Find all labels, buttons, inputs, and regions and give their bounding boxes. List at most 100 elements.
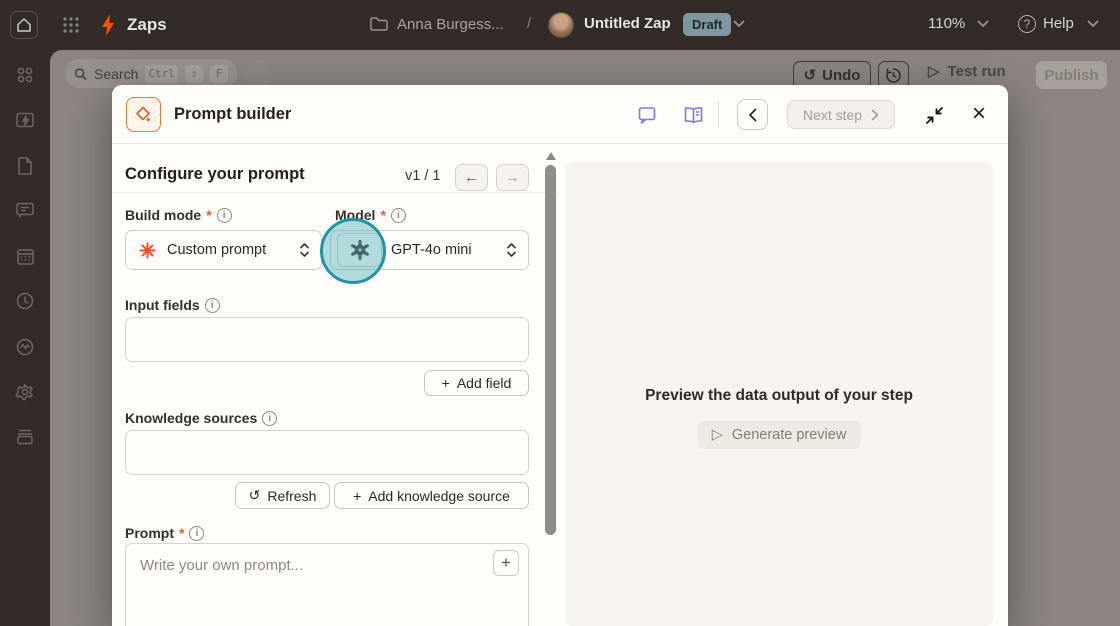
sidebar-item-chat[interactable]	[13, 198, 37, 222]
help-question-icon[interactable]: ?	[1018, 15, 1036, 33]
click-highlight-ring	[320, 218, 386, 284]
refresh-label: Refresh	[267, 487, 317, 504]
add-field-button[interactable]: + Add field	[424, 370, 529, 396]
version-previous-button[interactable]: ←	[455, 164, 488, 191]
insert-data-button[interactable]: +	[493, 550, 519, 576]
user-avatar[interactable]	[548, 12, 574, 38]
ai-sparkle-icon	[135, 106, 150, 122]
add-knowledge-source-button[interactable]: + Add knowledge source	[334, 482, 529, 509]
publish-label: Publish	[1044, 66, 1099, 84]
zapier-bolt-icon	[99, 13, 119, 37]
input-fields-label: Input fields i	[125, 297, 220, 313]
header-divider	[718, 101, 719, 128]
undo-icon: ↺	[803, 67, 817, 84]
plus-icon: +	[501, 553, 511, 572]
product-name: Zaps	[127, 15, 167, 34]
document-icon	[18, 157, 32, 175]
build-mode-label: Build mode * i	[125, 207, 232, 223]
key-ctrl: Ctrl	[145, 64, 178, 83]
draft-status-badge: Draft	[683, 13, 732, 36]
prompt-label: Prompt * i	[125, 525, 205, 541]
plus-icon: +	[353, 487, 362, 504]
sidebar-item-apps[interactable]	[13, 63, 37, 87]
docs-book-icon[interactable]	[682, 104, 704, 126]
publish-button[interactable]: Publish	[1036, 61, 1107, 89]
chevron-right-icon	[871, 109, 879, 120]
sidebar-item-tables[interactable]	[13, 244, 37, 268]
version-label: v1 / 1	[405, 168, 441, 184]
gear-icon	[15, 383, 33, 401]
sidebar-item-documents[interactable]	[13, 154, 37, 178]
prompt-textarea[interactable]	[126, 544, 528, 626]
add-knowledge-source-label: Add knowledge source	[368, 487, 510, 504]
play-icon: ▷	[711, 427, 723, 443]
prompt-builder-modal: Prompt builder Next step × Configure you…	[112, 85, 1008, 626]
arrow-left-icon: ←	[464, 169, 479, 186]
zoom-chevron-icon[interactable]	[977, 20, 989, 28]
breadcrumb-separator: /	[527, 15, 532, 32]
generate-preview-button[interactable]: ▷ Generate preview	[697, 421, 861, 449]
info-icon[interactable]: i	[216, 207, 232, 223]
scrollbar-up-arrow[interactable]	[546, 152, 556, 160]
history-clock-icon	[886, 67, 901, 83]
updown-chevron-icon	[300, 243, 309, 257]
zap-title[interactable]: Untitled Zap	[584, 15, 671, 32]
sidebar-item-zaps[interactable]	[13, 108, 37, 132]
sidebar-item-monitoring[interactable]	[13, 335, 37, 359]
required-marker: *	[380, 207, 386, 223]
modal-header: Prompt builder Next step ×	[112, 85, 1008, 144]
previous-step-button[interactable]	[737, 99, 768, 130]
chevron-left-icon	[749, 108, 757, 121]
build-mode-dropdown[interactable]: Custom prompt	[125, 230, 322, 270]
info-icon[interactable]: i	[204, 297, 220, 313]
home-button[interactable]	[10, 11, 38, 39]
circles-grid-icon	[17, 67, 33, 83]
refresh-button[interactable]: ↺ Refresh	[235, 482, 330, 509]
search-label: Search	[94, 65, 139, 82]
zap-menu-chevron-icon[interactable]	[733, 20, 745, 28]
canvas-search[interactable]: Search Ctrl ⇧ F	[65, 59, 237, 88]
preview-title: Preview the data output of your step	[645, 387, 913, 404]
prompt-field-container: +	[125, 543, 529, 626]
close-icon[interactable]: ×	[964, 98, 994, 130]
folder-icon	[370, 16, 388, 32]
refresh-icon: ↺	[248, 487, 261, 503]
play-icon: ▷	[928, 63, 940, 80]
updown-chevron-icon	[507, 243, 516, 257]
plus-icon: +	[441, 375, 450, 391]
zoom-level[interactable]: 110%	[928, 15, 965, 32]
info-icon[interactable]: i	[189, 525, 205, 541]
input-fields-box[interactable]	[125, 317, 529, 362]
knowledge-sources-label: Knowledge sources i	[125, 410, 278, 426]
breadcrumb-folder-name[interactable]: Anna Burgess...	[397, 16, 504, 33]
stack-icon	[17, 429, 33, 445]
comment-icon[interactable]	[636, 104, 658, 126]
config-heading-divider	[112, 192, 558, 193]
knowledge-sources-box[interactable]	[125, 430, 529, 475]
top-bar: Zaps Anna Burgess... / Untitled Zap Draf…	[0, 0, 1120, 50]
prompt-builder-app-icon	[126, 97, 161, 132]
next-step-button[interactable]: Next step	[787, 100, 895, 129]
config-heading: Configure your prompt	[125, 165, 305, 183]
build-mode-value: Custom prompt	[167, 242, 267, 258]
undo-label: Undo	[822, 66, 861, 84]
sidebar-item-more-apps[interactable]	[13, 425, 37, 449]
app-grid-icon[interactable]	[62, 16, 80, 34]
sidebar-item-history[interactable]	[13, 289, 37, 313]
generate-preview-label: Generate preview	[731, 427, 847, 443]
info-icon[interactable]: i	[262, 410, 278, 426]
search-icon	[74, 67, 87, 80]
help-chevron-icon[interactable]	[1087, 20, 1099, 28]
next-step-label: Next step	[802, 106, 863, 123]
sidebar-item-settings[interactable]	[13, 380, 37, 404]
left-sidebar	[0, 50, 50, 626]
scrollbar-thumb[interactable]	[545, 165, 556, 535]
test-run-button[interactable]: ▷ Test run	[928, 62, 1006, 81]
chat-icon	[16, 202, 34, 217]
home-icon	[17, 18, 31, 32]
collapse-icon[interactable]	[922, 103, 946, 127]
version-next-button[interactable]: →	[496, 164, 529, 191]
info-icon[interactable]: i	[390, 207, 406, 223]
activity-icon	[16, 338, 34, 356]
help-label[interactable]: Help	[1043, 15, 1074, 32]
